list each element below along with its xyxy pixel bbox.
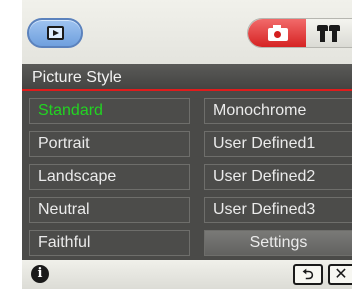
style-option-user-defined-3[interactable]: User Defined3 [204,197,352,223]
picture-style-grid: Standard Portrait Landscape Neutral Fait… [22,93,352,260]
style-option-monochrome[interactable]: Monochrome [204,98,352,124]
playback-icon [47,26,64,40]
style-option-user-defined-1[interactable]: User Defined1 [204,131,352,157]
mode-tabs [247,18,352,48]
settings-button[interactable]: Settings [204,230,352,256]
style-option-user-defined-2[interactable]: User Defined2 [204,164,352,190]
playback-button[interactable] [27,18,83,48]
style-option-landscape[interactable]: Landscape [29,164,190,190]
tools-tab[interactable] [306,19,352,47]
camera-icon [268,25,288,41]
style-option-neutral[interactable]: Neutral [29,197,190,223]
panel-title: Picture Style [22,64,352,91]
camera-tab[interactable] [248,19,306,47]
return-button[interactable]: ⮌ [293,264,323,285]
style-option-faithful[interactable]: Faithful [29,230,190,256]
close-button[interactable]: ✕ [328,264,352,285]
top-toolbar [22,0,352,64]
bottom-toolbar: i ⮌ ✕ [22,260,352,289]
style-option-portrait[interactable]: Portrait [29,131,190,157]
style-option-standard[interactable]: Standard [29,98,190,124]
picture-style-panel: Picture Style Standard Portrait Landscap… [22,64,352,260]
info-icon[interactable]: i [31,265,49,283]
